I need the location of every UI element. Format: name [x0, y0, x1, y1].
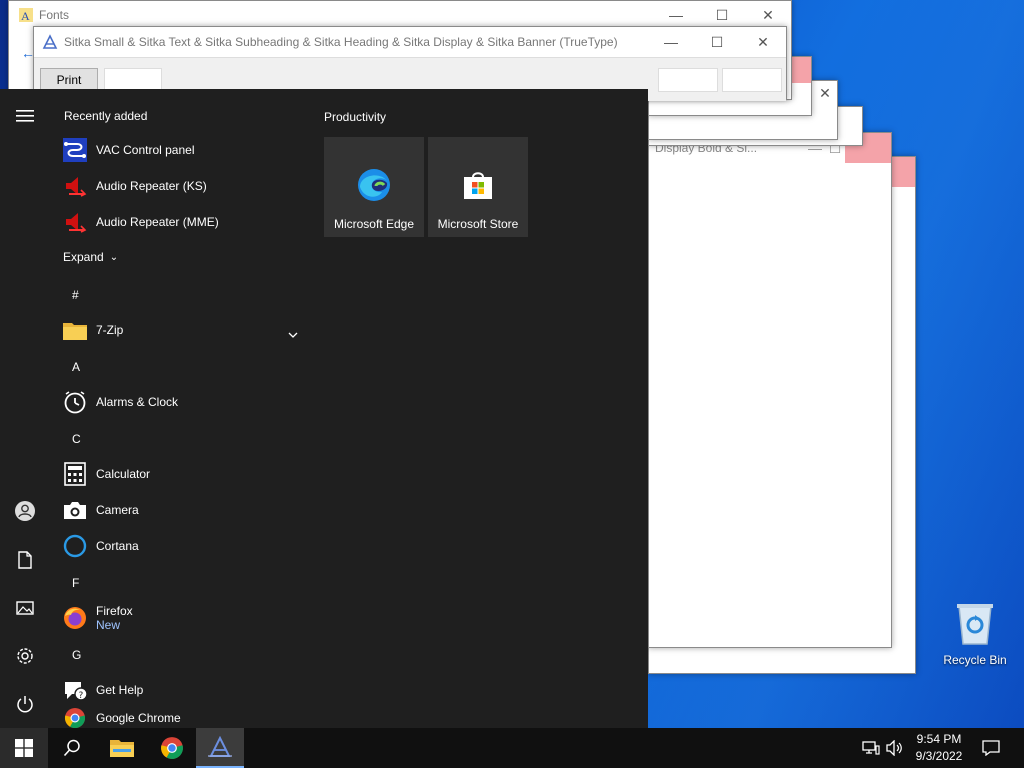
- app-label: Get Help: [96, 683, 144, 697]
- clock-time: 9:54 PM: [916, 732, 962, 746]
- close-icon[interactable]: ✕: [813, 81, 837, 105]
- search-button[interactable]: [48, 728, 96, 768]
- tile-label: Microsoft Store: [437, 217, 519, 231]
- volume-icon[interactable]: [884, 728, 906, 768]
- app-label: Audio Repeater (MME): [96, 215, 219, 229]
- toolbar-button[interactable]: [658, 68, 718, 92]
- vac-icon: [62, 137, 88, 163]
- tiles-group-title: Productivity: [324, 110, 387, 124]
- clock-date: 9/3/2022: [915, 749, 963, 763]
- section-letter[interactable]: C: [72, 432, 81, 446]
- font-viewer-icon: [42, 34, 58, 49]
- app-label: 7-Zip: [96, 323, 124, 337]
- chrome-icon: [161, 737, 183, 759]
- recycle-bin-label: Recycle Bin: [943, 653, 1007, 667]
- pictures-icon[interactable]: [13, 596, 37, 620]
- taskbar-file-explorer[interactable]: [98, 728, 146, 768]
- maximize-icon[interactable]: ☐: [694, 27, 740, 57]
- start-button[interactable]: [0, 728, 48, 768]
- svg-text:A: A: [21, 9, 30, 22]
- documents-icon[interactable]: [13, 548, 37, 572]
- app-label: VAC Control panel: [96, 143, 195, 157]
- start-menu: Recently added VAC Control panel Audio R…: [0, 89, 648, 728]
- app-item-vac-control-panel[interactable]: VAC Control panel: [62, 134, 302, 166]
- tile-microsoft-edge[interactable]: Microsoft Edge: [324, 137, 424, 237]
- speaker-icon: [62, 173, 88, 199]
- chevron-down-icon[interactable]: [288, 327, 298, 341]
- svg-text:?: ?: [79, 691, 84, 701]
- settings-gear-icon[interactable]: [13, 644, 37, 668]
- app-item-camera[interactable]: Camera: [62, 494, 302, 526]
- windows-logo-icon: [15, 739, 33, 757]
- window-controls: — ☐ ✕: [648, 27, 786, 57]
- expand-button[interactable]: Expand ⌄: [63, 250, 118, 264]
- chevron-down-icon: ⌄: [109, 251, 119, 263]
- font-viewer-icon: [208, 736, 232, 757]
- recently-added-title: Recently added: [64, 109, 148, 123]
- taskbar-google-chrome[interactable]: [148, 728, 196, 768]
- fonts-icon: A: [19, 8, 33, 22]
- window-controls: — ☐ ✕: [653, 1, 791, 29]
- tile-microsoft-store[interactable]: Microsoft Store: [428, 137, 528, 237]
- app-label: Alarms & Clock: [96, 395, 179, 409]
- app-label: Camera: [96, 503, 139, 517]
- taskbar-font-viewer[interactable]: [196, 728, 244, 768]
- tile-label: Microsoft Edge: [333, 217, 415, 231]
- folder-icon: [110, 740, 134, 757]
- toolbar-button[interactable]: [722, 68, 782, 92]
- new-badge: New: [96, 618, 121, 632]
- start-rail: [0, 89, 50, 728]
- section-letter[interactable]: A: [72, 360, 80, 374]
- app-label: Google Chrome: [96, 711, 181, 725]
- app-item-calculator[interactable]: Calculator: [62, 458, 302, 490]
- app-label: Audio Repeater (KS): [96, 179, 207, 193]
- app-item-google-chrome[interactable]: Google Chrome: [62, 702, 302, 728]
- minimize-icon[interactable]: —: [648, 27, 694, 57]
- app-label: Cortana: [96, 539, 139, 553]
- close-button[interactable]: [838, 107, 862, 129]
- user-account-icon[interactable]: [13, 499, 37, 523]
- close-icon[interactable]: ✕: [740, 27, 786, 57]
- window-title: Sitka Small & Sitka Text & Sitka Subhead…: [64, 35, 618, 49]
- speaker-icon: [62, 209, 88, 235]
- cortana-icon: [62, 533, 88, 559]
- firefox-icon: [62, 605, 88, 631]
- minimize-icon[interactable]: —: [653, 1, 699, 29]
- window-title: Fonts: [39, 8, 70, 22]
- notifications-icon[interactable]: [978, 728, 1004, 768]
- taskbar: 9:54 PM 9/3/2022: [0, 728, 1024, 768]
- maximize-icon[interactable]: ☐: [699, 1, 745, 29]
- app-label: Firefox: [96, 604, 133, 618]
- clock-icon: [62, 389, 88, 415]
- app-item-cortana[interactable]: Cortana: [62, 530, 302, 562]
- section-letter[interactable]: F: [72, 576, 79, 590]
- system-clock[interactable]: 9:54 PM 9/3/2022: [910, 731, 968, 765]
- hamburger-menu-icon[interactable]: [13, 104, 37, 128]
- app-item-alarms-clock[interactable]: Alarms & Clock: [62, 386, 302, 418]
- edge-icon: [358, 169, 390, 201]
- section-letter[interactable]: #: [72, 288, 79, 302]
- store-icon: [464, 172, 492, 199]
- app-item-firefox[interactable]: Firefox New: [62, 602, 302, 634]
- app-label: Calculator: [96, 467, 151, 481]
- network-icon[interactable]: [858, 728, 884, 768]
- expand-label: Expand: [63, 250, 104, 264]
- search-icon: [63, 739, 80, 757]
- app-list: Recently added VAC Control panel Audio R…: [50, 89, 310, 728]
- calculator-icon: [62, 461, 88, 487]
- font-preview-window[interactable]: Display Bold & Si... — ☐: [648, 132, 892, 648]
- app-item-audio-repeater-mme[interactable]: Audio Repeater (MME): [62, 206, 302, 238]
- camera-icon: [62, 497, 88, 523]
- close-icon[interactable]: ✕: [745, 1, 791, 29]
- folder-icon: [62, 317, 88, 343]
- recycle-bin[interactable]: Recycle Bin: [938, 600, 1012, 667]
- app-item-7zip[interactable]: 7-Zip: [62, 314, 302, 346]
- recycle-bin-icon: [957, 604, 993, 645]
- section-letter[interactable]: G: [72, 648, 81, 662]
- help-icon: ?: [62, 677, 88, 703]
- chrome-icon: [62, 705, 88, 728]
- power-icon[interactable]: [13, 692, 37, 716]
- app-item-audio-repeater-ks[interactable]: Audio Repeater (KS): [62, 170, 302, 202]
